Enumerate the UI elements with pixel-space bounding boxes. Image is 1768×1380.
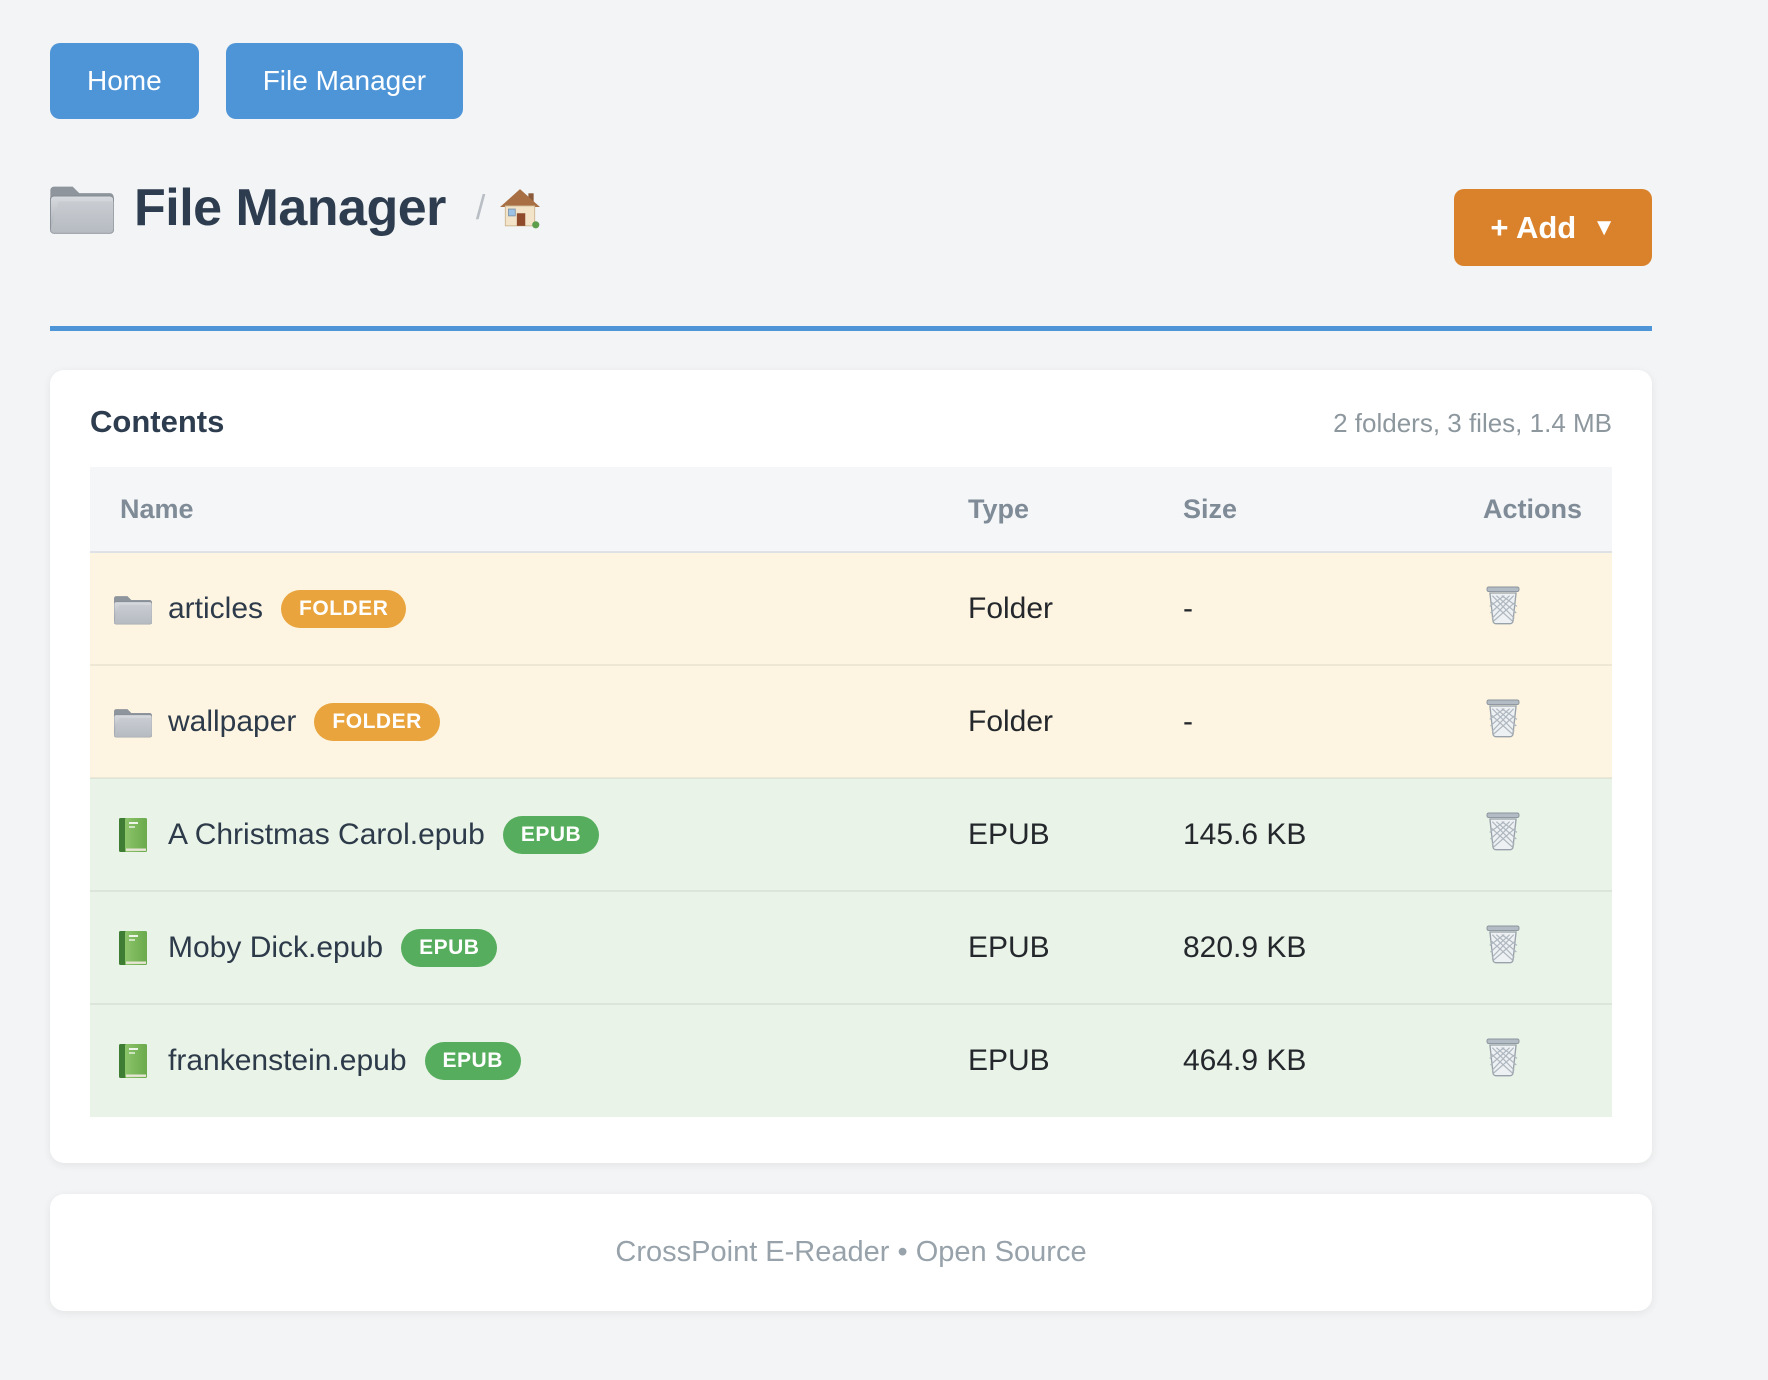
chevron-down-icon: ▼ [1592,214,1616,242]
column-header-name: Name [90,467,968,552]
file-name[interactable]: articles [168,592,263,626]
table-row[interactable]: articles FOLDER Folder - [90,552,1612,665]
book-icon [114,1044,152,1078]
page-header: File Manager / [50,178,541,238]
trash-icon [1485,811,1521,851]
delete-button[interactable] [1485,811,1521,851]
delete-button[interactable] [1485,585,1521,625]
house-icon[interactable] [499,187,541,229]
file-name[interactable]: A Christmas Carol.epub [168,818,485,852]
add-button[interactable]: + Add ▼ [1454,189,1652,266]
file-type: Folder [968,665,1183,778]
file-name[interactable]: wallpaper [168,705,296,739]
page-title: File Manager [134,178,446,238]
contents-card: Contents 2 folders, 3 files, 1.4 MB Name… [50,370,1652,1163]
book-icon [114,818,152,852]
file-type: Folder [968,552,1183,665]
delete-button[interactable] [1485,924,1521,964]
table-header-row: Name Type Size Actions [90,467,1612,552]
table-row[interactable]: Moby Dick.epub EPUB EPUB 820.9 KB [90,891,1612,1004]
column-header-type: Type [968,467,1183,552]
book-icon [114,931,152,965]
trash-icon [1485,585,1521,625]
file-size: 820.9 KB [1183,891,1393,1004]
top-nav: Home File Manager [50,43,463,119]
contents-title: Contents [90,404,224,440]
file-size: 464.9 KB [1183,1004,1393,1117]
file-manager-button[interactable]: File Manager [226,43,463,119]
type-badge: FOLDER [281,590,406,628]
trash-icon [1485,698,1521,738]
home-button[interactable]: Home [50,43,199,119]
file-type: EPUB [968,891,1183,1004]
delete-button[interactable] [1485,1037,1521,1077]
file-type: EPUB [968,778,1183,891]
type-badge: FOLDER [314,703,439,741]
table-row[interactable]: A Christmas Carol.epub EPUB EPUB 145.6 K… [90,778,1612,891]
delete-button[interactable] [1485,698,1521,738]
file-name[interactable]: frankenstein.epub [168,1044,407,1078]
type-badge: EPUB [503,816,599,854]
file-size: 145.6 KB [1183,778,1393,891]
breadcrumb-separator: / [476,189,485,228]
folder-icon [50,181,114,235]
file-size: - [1183,552,1393,665]
type-badge: EPUB [401,929,497,967]
folder-icon [114,592,152,626]
header-divider [50,326,1652,331]
file-type: EPUB [968,1004,1183,1117]
file-name[interactable]: Moby Dick.epub [168,931,383,965]
table-row[interactable]: frankenstein.epub EPUB EPUB 464.9 KB [90,1004,1612,1117]
breadcrumb: / [476,187,541,229]
type-badge: EPUB [425,1042,521,1080]
footer-card: CrossPoint E-Reader • Open Source [50,1194,1652,1311]
trash-icon [1485,1037,1521,1077]
trash-icon [1485,924,1521,964]
footer-text: CrossPoint E-Reader • Open Source [615,1236,1086,1269]
table-row[interactable]: wallpaper FOLDER Folder - [90,665,1612,778]
column-header-actions: Actions [1393,467,1612,552]
add-button-label: + Add [1490,210,1576,246]
file-size: - [1183,665,1393,778]
contents-summary: 2 folders, 3 files, 1.4 MB [1333,408,1612,439]
file-table: Name Type Size Actions articles FOLDER F… [90,467,1612,1117]
column-header-size: Size [1183,467,1393,552]
folder-icon [114,705,152,739]
